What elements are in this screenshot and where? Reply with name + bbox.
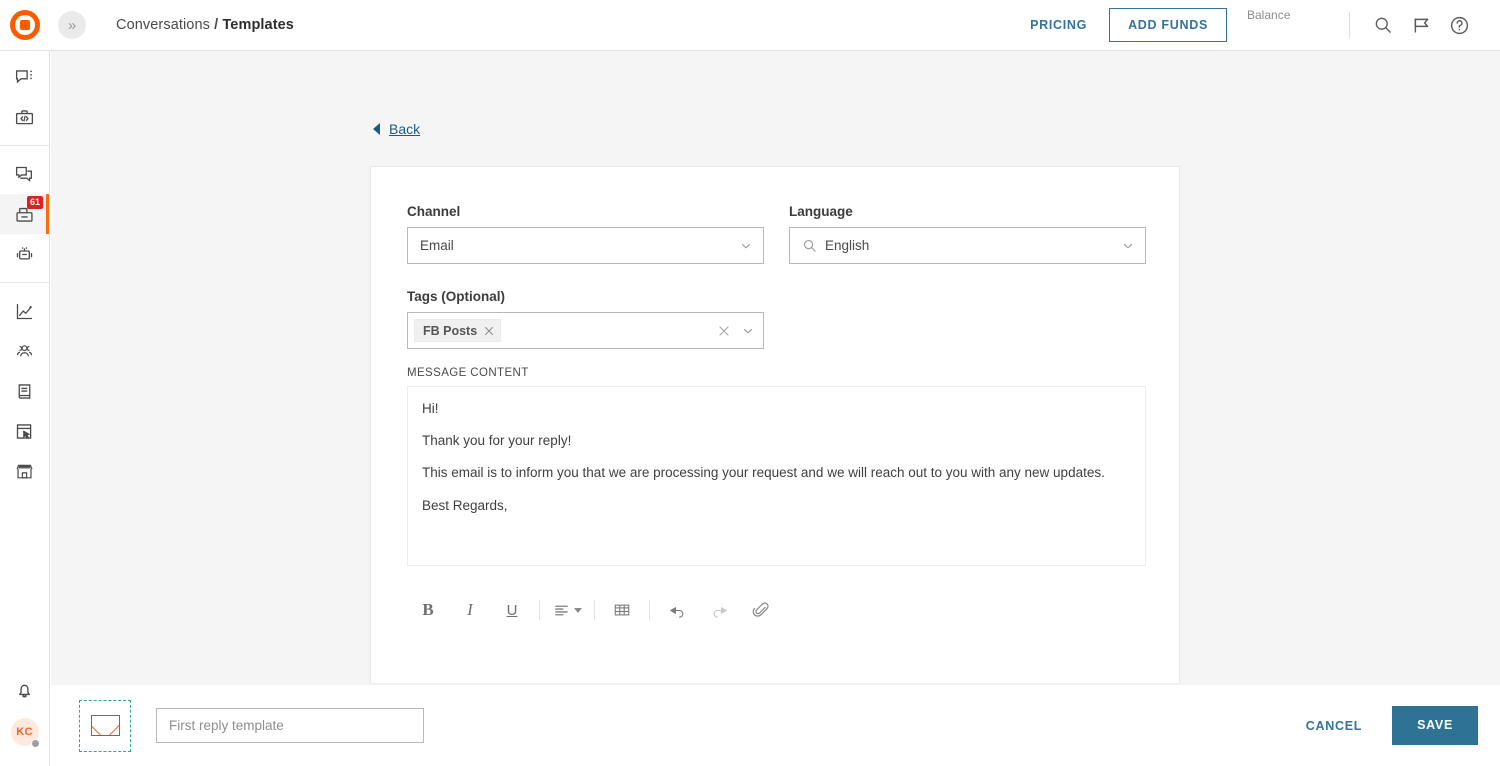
bottom-action-bar: CANCEL SAVE <box>51 685 1500 766</box>
logo-core <box>20 20 30 30</box>
toolbar-divider <box>539 600 540 620</box>
redo-button[interactable] <box>698 593 740 627</box>
search-icon <box>802 238 817 253</box>
sidebar-group-2: 61 <box>0 148 49 280</box>
language-label: Language <box>789 204 1146 219</box>
sidebar-item-knowledge-base[interactable] <box>0 371 49 411</box>
balance-label: Balance <box>1247 8 1343 22</box>
header-actions: PRICING ADD FUNDS Balance <box>1030 0 1500 51</box>
sidebar-footer: KC <box>0 670 49 754</box>
toolbar-divider <box>594 600 595 620</box>
breadcrumb-separator: / <box>214 17 218 33</box>
bottom-bar-actions: CANCEL SAVE <box>1300 706 1478 745</box>
header-divider <box>1349 12 1350 38</box>
breadcrumb: Conversations / Templates <box>116 17 294 33</box>
template-editor-card: Channel Email Language English <box>370 166 1180 683</box>
language-value: English <box>825 238 1121 253</box>
channel-language-row: Channel Email Language English <box>407 204 1146 264</box>
insert-table-button[interactable] <box>601 593 643 627</box>
avatar-status-dot <box>31 739 40 748</box>
undo-arrow-icon <box>668 601 687 620</box>
channel-select[interactable]: Email <box>407 227 764 264</box>
chevron-down-icon <box>574 608 582 613</box>
sidebar-group-3 <box>0 285 49 497</box>
back-link[interactable]: Back <box>373 121 420 137</box>
sidebar-item-conversations[interactable] <box>0 154 49 194</box>
message-paragraph: This email is to inform you that we are … <box>422 465 1131 481</box>
channel-value: Email <box>420 238 739 253</box>
language-field: Language English <box>789 204 1146 264</box>
breadcrumb-parent[interactable]: Conversations <box>116 17 210 33</box>
undo-button[interactable] <box>656 593 698 627</box>
sidebar-item-templates[interactable]: 61 <box>0 194 49 234</box>
search-icon[interactable] <box>1364 6 1402 44</box>
save-button[interactable]: SAVE <box>1392 706 1478 745</box>
sidebar-group-1 <box>0 51 49 143</box>
tags-field: Tags (Optional) FB Posts <box>407 289 764 349</box>
notifications-bell-icon[interactable] <box>0 670 49 710</box>
cancel-button[interactable]: CANCEL <box>1300 718 1368 734</box>
toolbar-divider <box>649 600 650 620</box>
sidebar-item-chat-menu[interactable] <box>0 57 49 97</box>
logo-ring <box>15 15 35 35</box>
triangle-left-icon <box>373 123 380 135</box>
channel-field: Channel Email <box>407 204 764 264</box>
message-content-label: MESSAGE CONTENT <box>407 367 529 379</box>
sidebar-divider-2 <box>0 282 49 283</box>
target-logo <box>10 10 40 40</box>
balance-display: Balance <box>1247 0 1343 51</box>
tag-chip-label: FB Posts <box>423 324 477 338</box>
left-sidebar: 61 <box>0 51 50 766</box>
language-select[interactable]: English <box>789 227 1146 264</box>
breadcrumb-current: Templates <box>222 17 294 33</box>
app-root: » Conversations / Templates PRICING ADD … <box>0 0 1500 766</box>
sidebar-divider-1 <box>0 145 49 146</box>
email-envelope-icon <box>91 715 120 736</box>
close-icon[interactable] <box>483 325 495 337</box>
channel-type-button[interactable] <box>79 700 131 752</box>
channel-label: Channel <box>407 204 764 219</box>
align-left-button[interactable] <box>546 593 588 627</box>
avatar[interactable]: KC <box>0 710 49 754</box>
attach-file-button[interactable] <box>740 593 782 627</box>
pricing-link[interactable]: PRICING <box>1030 18 1087 32</box>
sidebar-item-bot[interactable] <box>0 234 49 274</box>
message-paragraph: Thank you for your reply! <box>422 433 1131 449</box>
tags-input[interactable]: FB Posts <box>407 312 764 349</box>
align-left-icon <box>553 602 570 619</box>
chevron-down-icon <box>1121 239 1135 253</box>
editor-toolbar: B I U <box>407 590 1146 630</box>
redo-arrow-icon <box>710 601 729 620</box>
underline-button[interactable]: U <box>491 593 533 627</box>
tag-chip[interactable]: FB Posts <box>414 319 501 342</box>
paperclip-icon <box>752 601 770 619</box>
add-funds-button[interactable]: ADD FUNDS <box>1109 8 1227 43</box>
chevron-down-icon <box>739 239 753 253</box>
sidebar-item-widget[interactable] <box>0 411 49 451</box>
megaphone-icon[interactable] <box>1402 6 1440 44</box>
app-logo[interactable] <box>0 0 50 51</box>
italic-button[interactable]: I <box>449 593 491 627</box>
message-paragraph: Best Regards, <box>422 498 1131 514</box>
template-name-input[interactable] <box>156 708 424 743</box>
sidebar-item-analytics[interactable] <box>0 291 49 331</box>
sidebar-item-storefront[interactable] <box>0 451 49 491</box>
back-label: Back <box>389 121 420 137</box>
help-circle-icon[interactable] <box>1440 6 1478 44</box>
sidebar-item-developer-toolbox[interactable] <box>0 97 49 137</box>
clear-tags-icon[interactable] <box>717 324 731 338</box>
chevron-down-icon[interactable] <box>741 324 755 338</box>
chevrons-right-icon[interactable]: » <box>58 11 86 39</box>
table-icon <box>613 601 631 619</box>
tags-label: Tags (Optional) <box>407 289 764 304</box>
message-paragraph: Hi! <box>422 401 1131 417</box>
sidebar-item-team[interactable] <box>0 331 49 371</box>
main-content: Back Channel Email Language <box>51 51 1500 685</box>
top-header: » Conversations / Templates PRICING ADD … <box>0 0 1500 51</box>
sidebar-badge-count: 61 <box>27 196 43 209</box>
message-content-editor[interactable]: Hi! Thank you for your reply! This email… <box>407 386 1146 566</box>
bold-button[interactable]: B <box>407 593 449 627</box>
